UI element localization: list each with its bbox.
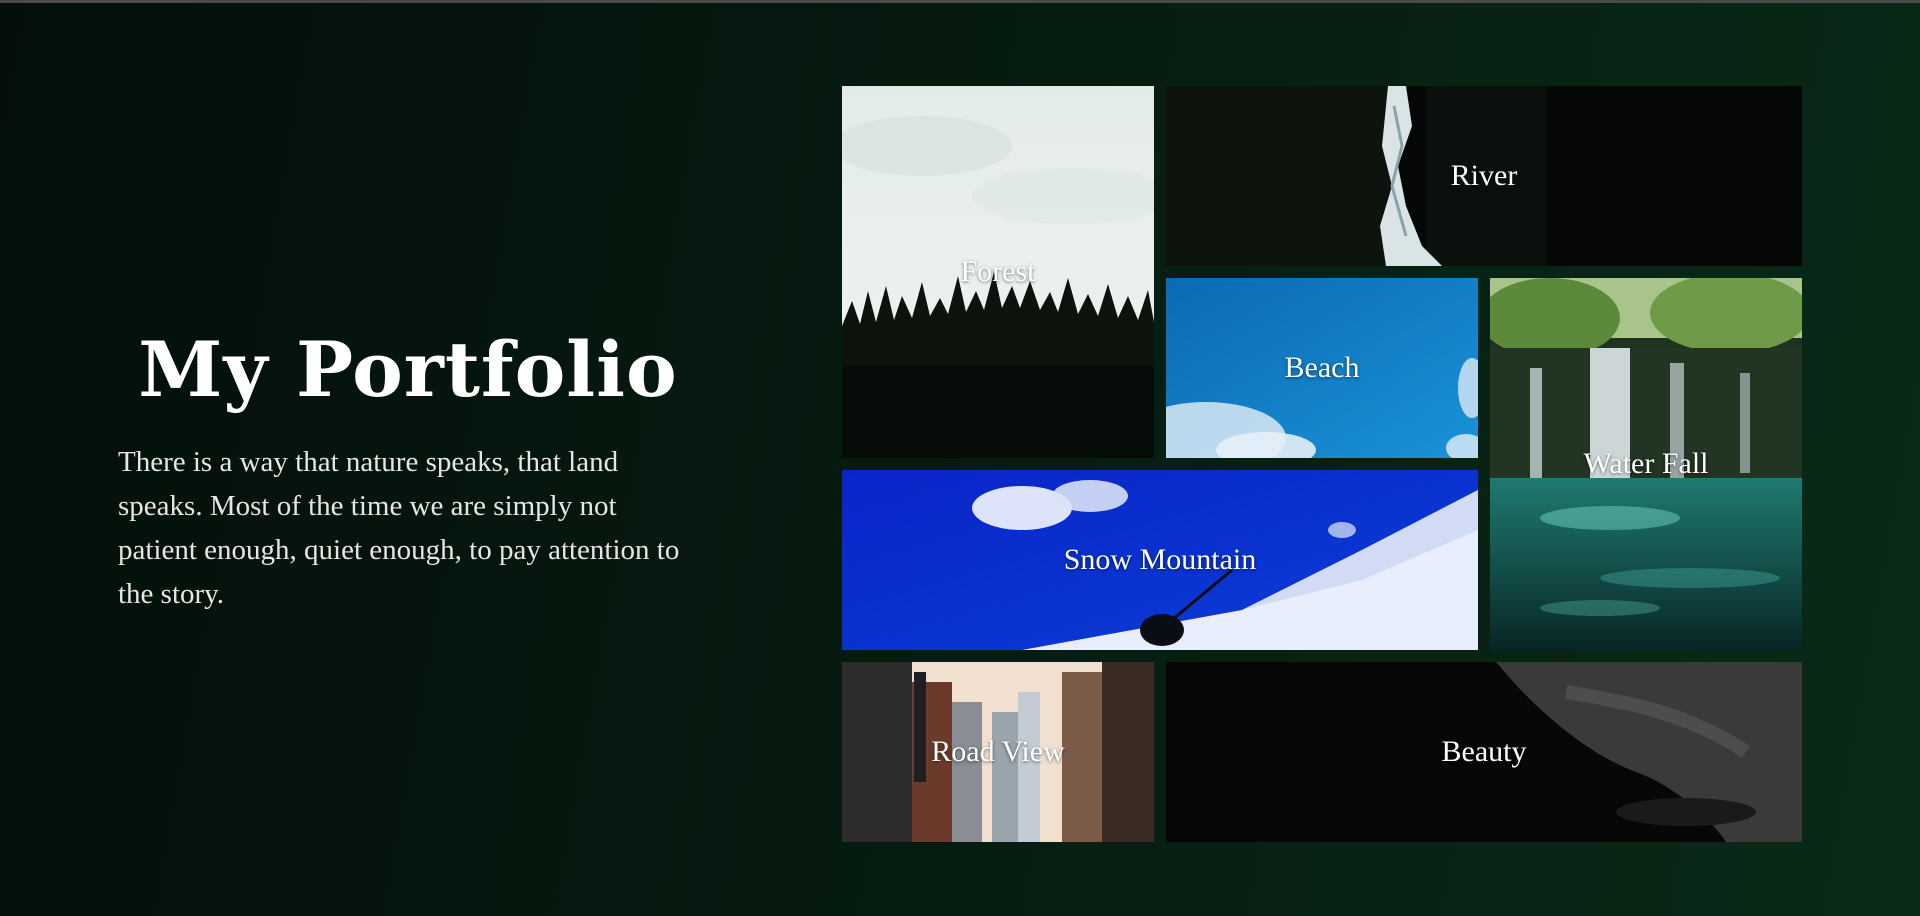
intro-section: My Portfolio There is a way that nature … bbox=[118, 320, 698, 616]
gallery-tile-beauty[interactable]: Beauty bbox=[1166, 662, 1802, 842]
gallery-tile-river[interactable]: River bbox=[1166, 86, 1802, 266]
top-border bbox=[0, 0, 1920, 3]
tile-label: River bbox=[1450, 159, 1518, 192]
gallery-tile-forest[interactable]: Forest bbox=[842, 86, 1154, 458]
tile-label: Forest bbox=[960, 255, 1036, 288]
intro-description: There is a way that nature speaks, that … bbox=[118, 446, 680, 610]
gallery-tile-road-view[interactable]: Road View bbox=[842, 662, 1154, 842]
tile-label: Beauty bbox=[1441, 735, 1527, 768]
tile-label: Snow Mountain bbox=[1063, 543, 1257, 576]
gallery-tile-snow-mountain[interactable]: Snow Mountain bbox=[842, 470, 1478, 650]
tile-label: Water Fall bbox=[1583, 447, 1709, 480]
portfolio-gallery: Forest River Beach Water Fall Snow Mount… bbox=[842, 86, 1802, 842]
tile-label: Beach bbox=[1284, 351, 1360, 384]
page-title: My Portfolio bbox=[138, 325, 678, 414]
gallery-tile-waterfall[interactable]: Water Fall bbox=[1490, 278, 1802, 650]
gallery-tile-beach[interactable]: Beach bbox=[1166, 278, 1478, 458]
tile-label: Road View bbox=[931, 735, 1065, 768]
